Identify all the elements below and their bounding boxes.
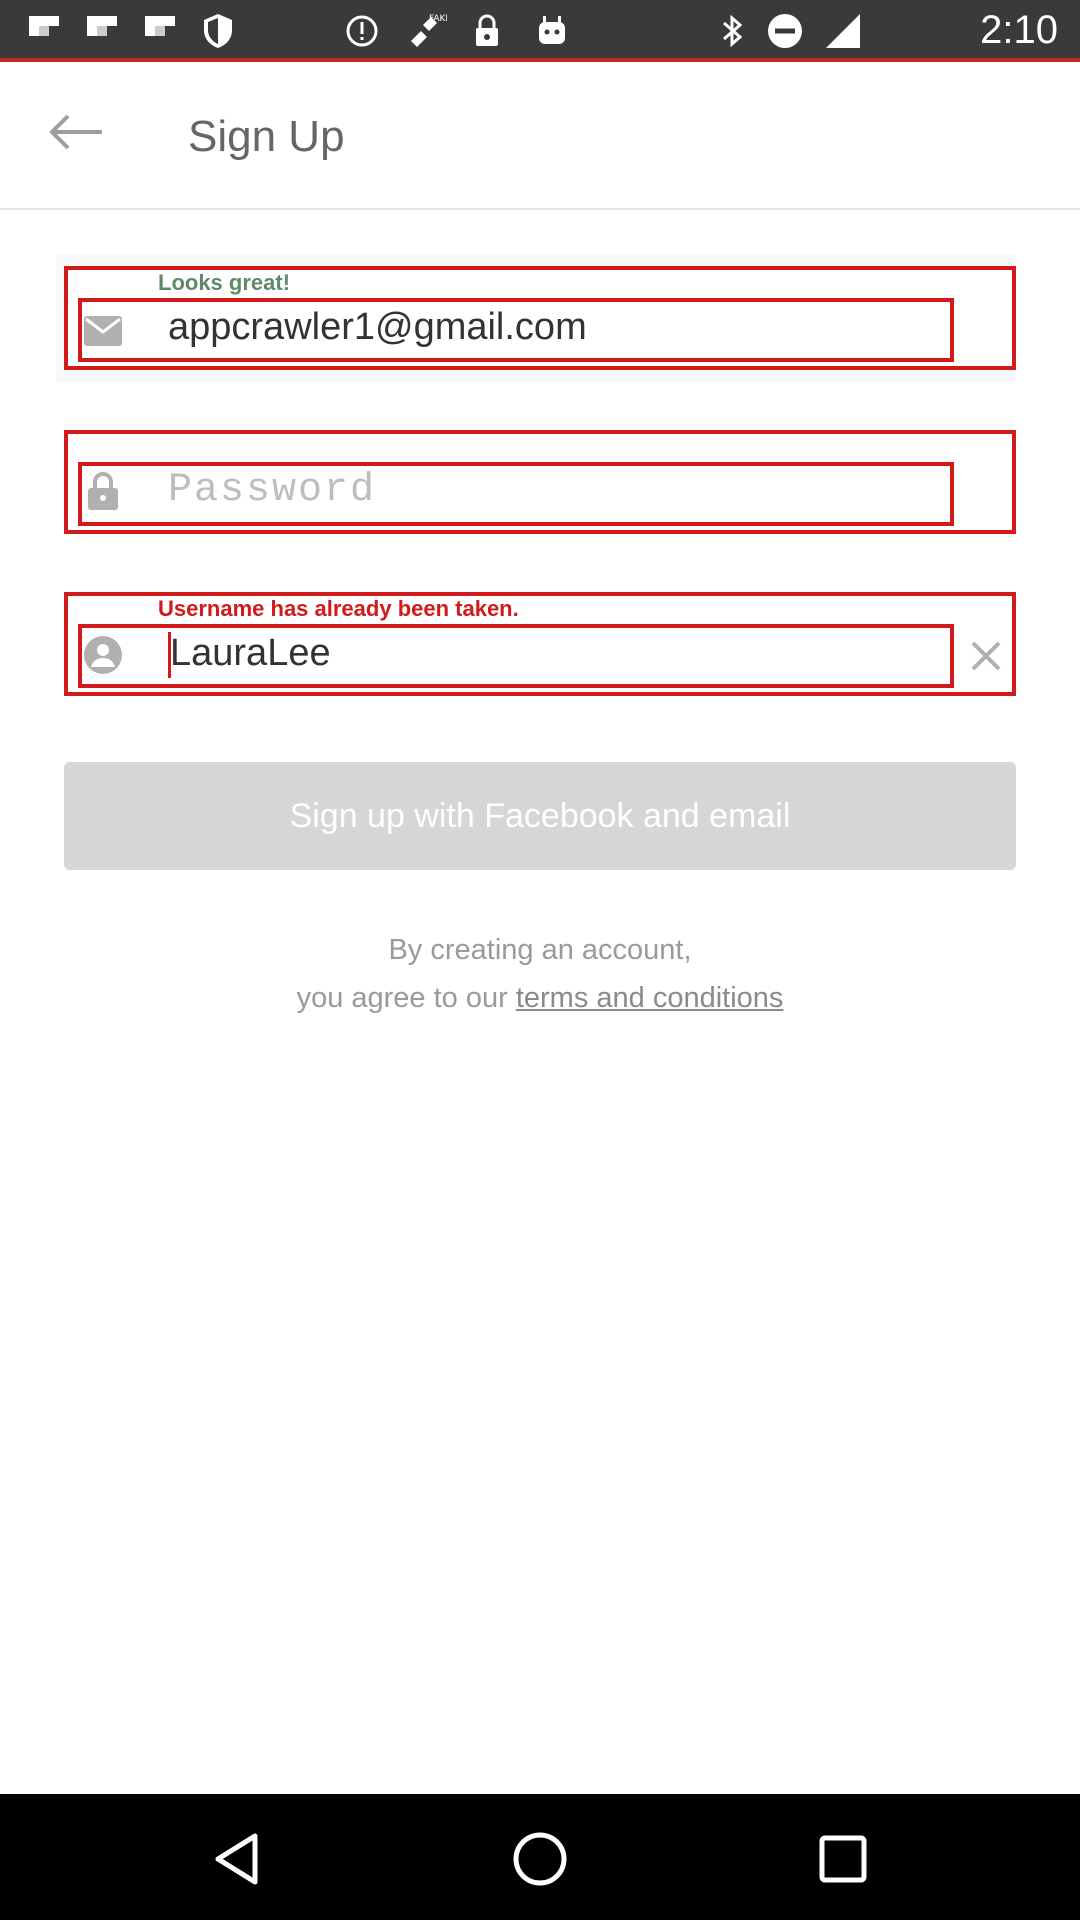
terms-and-conditions-link[interactable]: terms and conditions	[516, 982, 784, 1014]
status-bar: FAKE 2:10	[0, 0, 1080, 62]
email-field[interactable]: appcrawler1@gmail.com	[168, 306, 587, 349]
fake-gps-icon: FAKE	[402, 14, 448, 48]
clear-username-button[interactable]	[964, 634, 1008, 678]
terms-text-line1: By creating an account,	[388, 934, 692, 966]
info-circle-icon	[344, 14, 380, 48]
nav-recents-button[interactable]	[808, 1824, 878, 1894]
arrow-left-icon	[49, 114, 102, 150]
mail-icon	[82, 310, 124, 352]
recents-square-icon	[819, 1835, 867, 1883]
nav-back-button[interactable]	[202, 1824, 272, 1894]
home-circle-icon	[513, 1832, 567, 1886]
lock-icon	[82, 470, 124, 512]
flipboard-icon	[84, 14, 120, 48]
username-error: Username has already been taken.	[158, 596, 519, 621]
back-button[interactable]	[40, 102, 110, 162]
terms-text-line2: you agree to our terms and conditions	[0, 982, 1080, 1015]
flipboard-icon	[142, 14, 178, 48]
password-field[interactable]: Password	[168, 468, 376, 513]
do-not-disturb-icon	[764, 14, 806, 48]
flipboard-icon	[26, 14, 62, 48]
navigation-bar	[0, 1794, 1080, 1920]
terms-prefix: you agree to our	[296, 982, 516, 1014]
signup-button-label: Sign up with Facebook and email	[289, 796, 791, 835]
username-field[interactable]: LauraLee	[170, 632, 331, 675]
shield-icon	[200, 14, 236, 48]
bluetooth-icon	[716, 14, 750, 48]
page-title: Sign Up	[188, 112, 345, 161]
email-hint: Looks great!	[158, 270, 291, 295]
user-icon	[82, 634, 124, 676]
back-triangle-icon	[215, 1833, 258, 1885]
status-time: 2:10	[980, 8, 1058, 52]
svg-text:FAKE: FAKE	[429, 14, 447, 24]
lock-icon	[470, 14, 504, 48]
signal-icon	[822, 14, 864, 48]
toolbar: Sign Up	[0, 66, 1080, 210]
signup-facebook-email-button[interactable]: Sign up with Facebook and email	[64, 762, 1016, 870]
close-icon	[971, 641, 1001, 671]
android-icon	[534, 14, 570, 48]
nav-home-button[interactable]	[505, 1824, 575, 1894]
